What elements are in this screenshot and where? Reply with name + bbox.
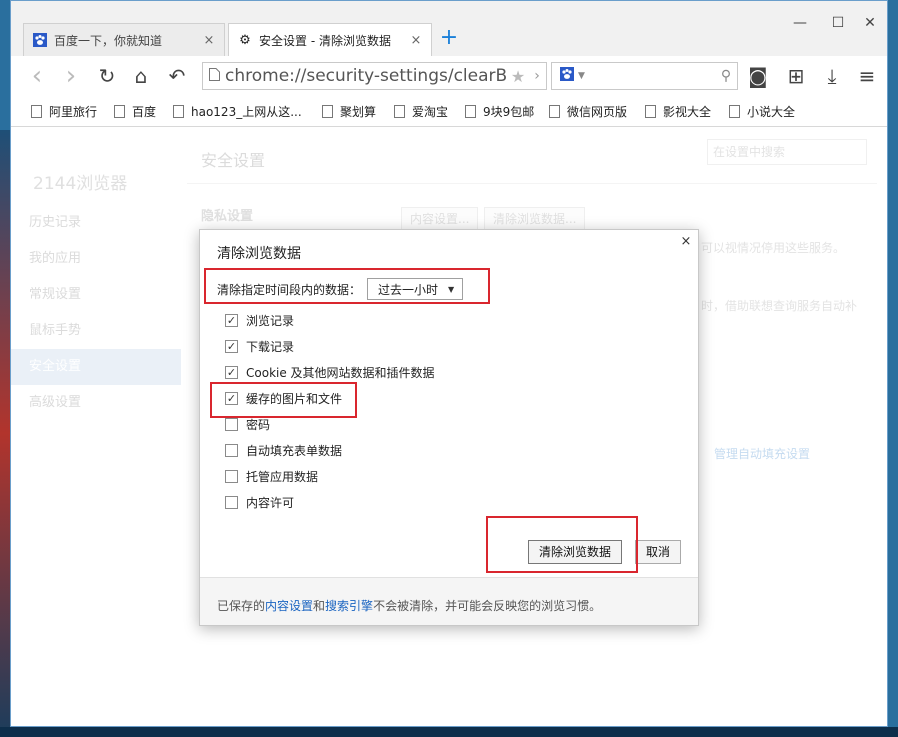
bookmark-item[interactable]: hao123_上网从这... [173,103,302,119]
annotation-box-time-range [204,268,490,304]
checkbox-unchecked[interactable] [225,417,238,431]
address-url[interactable]: chrome://security-settings/clearBrov [225,66,508,86]
page-icon [394,104,405,118]
gear-icon: ⚙ [239,32,251,48]
bookmarks-bar: 阿里旅行 百度 hao123_上网从这... 聚划算 爱淘宝 9块9包邮 微信网… [11,96,887,127]
page-icon [549,104,560,118]
annotation-box-cache [210,382,357,418]
forward-button[interactable]: › [57,62,85,90]
desktop-background [0,130,10,737]
new-tab-button[interactable]: + [437,26,461,50]
bookmark-item[interactable]: 聚划算 [322,103,376,119]
close-icon[interactable]: × [678,234,694,250]
page-icon [729,104,740,118]
bookmark-item[interactable]: 百度 [114,103,156,119]
chevron-down-icon[interactable]: ▼ [578,71,588,81]
annotation-box-clear-button [486,516,638,573]
checkbox-checked[interactable]: ✓ [225,339,238,353]
checkbox-unchecked[interactable] [225,469,238,483]
tab-title: 百度一下，你就知道 [54,33,163,48]
paw-icon[interactable] [556,67,578,85]
reload-button[interactable]: ↻ [93,62,121,90]
tab-title: 安全设置 - 清除浏览数据 [259,33,391,48]
title-bar: 百度一下，你就知道 × ⚙ 安全设置 - 清除浏览数据 × + — ☐ ✕ [11,1,887,56]
chevron-right-icon[interactable]: › [528,68,546,84]
option-download-history[interactable]: ✓ 下载记录 [225,336,294,356]
option-hosted-app-data[interactable]: 托管应用数据 [225,466,318,486]
option-cookies[interactable]: ✓ Cookie 及其他网站数据和插件数据 [225,362,435,382]
checkbox-unchecked[interactable] [225,443,238,457]
footer-note: 已保存的内容设置和搜索引擎不会被清除，并可能会反映您的浏览习惯。 [217,599,602,613]
extensions-button[interactable]: ⊞ [782,62,810,90]
bookmark-item[interactable]: 小说大全 [729,103,795,119]
dialog-footer: 已保存的内容设置和搜索引擎不会被清除，并可能会反映您的浏览习惯。 [200,577,698,625]
screenshot-button[interactable]: ◙ [744,62,772,90]
tab-close-icon[interactable]: × [409,33,423,48]
page-icon [114,104,125,118]
undo-close-tab-button[interactable]: ↶ [163,62,191,90]
tab-baidu[interactable]: 百度一下，你就知道 × [23,23,225,56]
dialog-title: 清除浏览数据 [217,246,301,262]
bookmark-item[interactable]: 影视大全 [645,103,711,119]
search-box[interactable]: ▼ ⚲ [551,62,738,90]
bookmark-item[interactable]: 微信网页版 [549,103,627,119]
paw-icon [32,32,48,48]
star-icon[interactable]: ★ [508,67,528,86]
search-engine-link[interactable]: 搜索引擎 [325,599,373,613]
taskbar-strip [0,727,898,737]
page-icon [322,104,333,118]
bookmark-item[interactable]: 9块9包邮 [465,103,534,119]
page-icon [203,67,225,85]
cancel-button[interactable]: 取消 [635,540,682,564]
checkbox-checked[interactable]: ✓ [225,365,238,379]
page-icon [645,104,656,118]
search-icon[interactable]: ⚲ [715,68,737,84]
bookmark-item[interactable]: 阿里旅行 [31,103,97,119]
option-content-licenses[interactable]: 内容许可 [225,492,294,512]
tab-security-settings[interactable]: ⚙ 安全设置 - 清除浏览数据 × [228,23,432,56]
page-icon [465,104,476,118]
download-button[interactable]: ⤓ [818,62,846,90]
page-icon [31,104,42,118]
toolbar: ‹ › ↻ ⌂ ↶ chrome://security-settings/cle… [11,56,887,96]
back-button[interactable]: ‹ [23,62,51,90]
bookmark-item[interactable]: 爱淘宝 [394,103,448,119]
close-window-button[interactable]: ✕ [858,13,882,33]
option-autofill[interactable]: 自动填充表单数据 [225,440,342,460]
home-button[interactable]: ⌂ [127,62,155,90]
checkbox-checked[interactable]: ✓ [225,313,238,327]
minimize-button[interactable]: — [788,13,812,33]
tab-close-icon[interactable]: × [202,33,216,48]
content-settings-link[interactable]: 内容设置 [265,599,313,613]
maximize-button[interactable]: ☐ [826,13,850,33]
address-bar[interactable]: chrome://security-settings/clearBrov ★ › [202,62,547,90]
menu-button[interactable]: ≡ [853,62,881,90]
option-browsing-history[interactable]: ✓ 浏览记录 [225,310,294,330]
checkbox-unchecked[interactable] [225,495,238,509]
page-icon [173,104,184,118]
